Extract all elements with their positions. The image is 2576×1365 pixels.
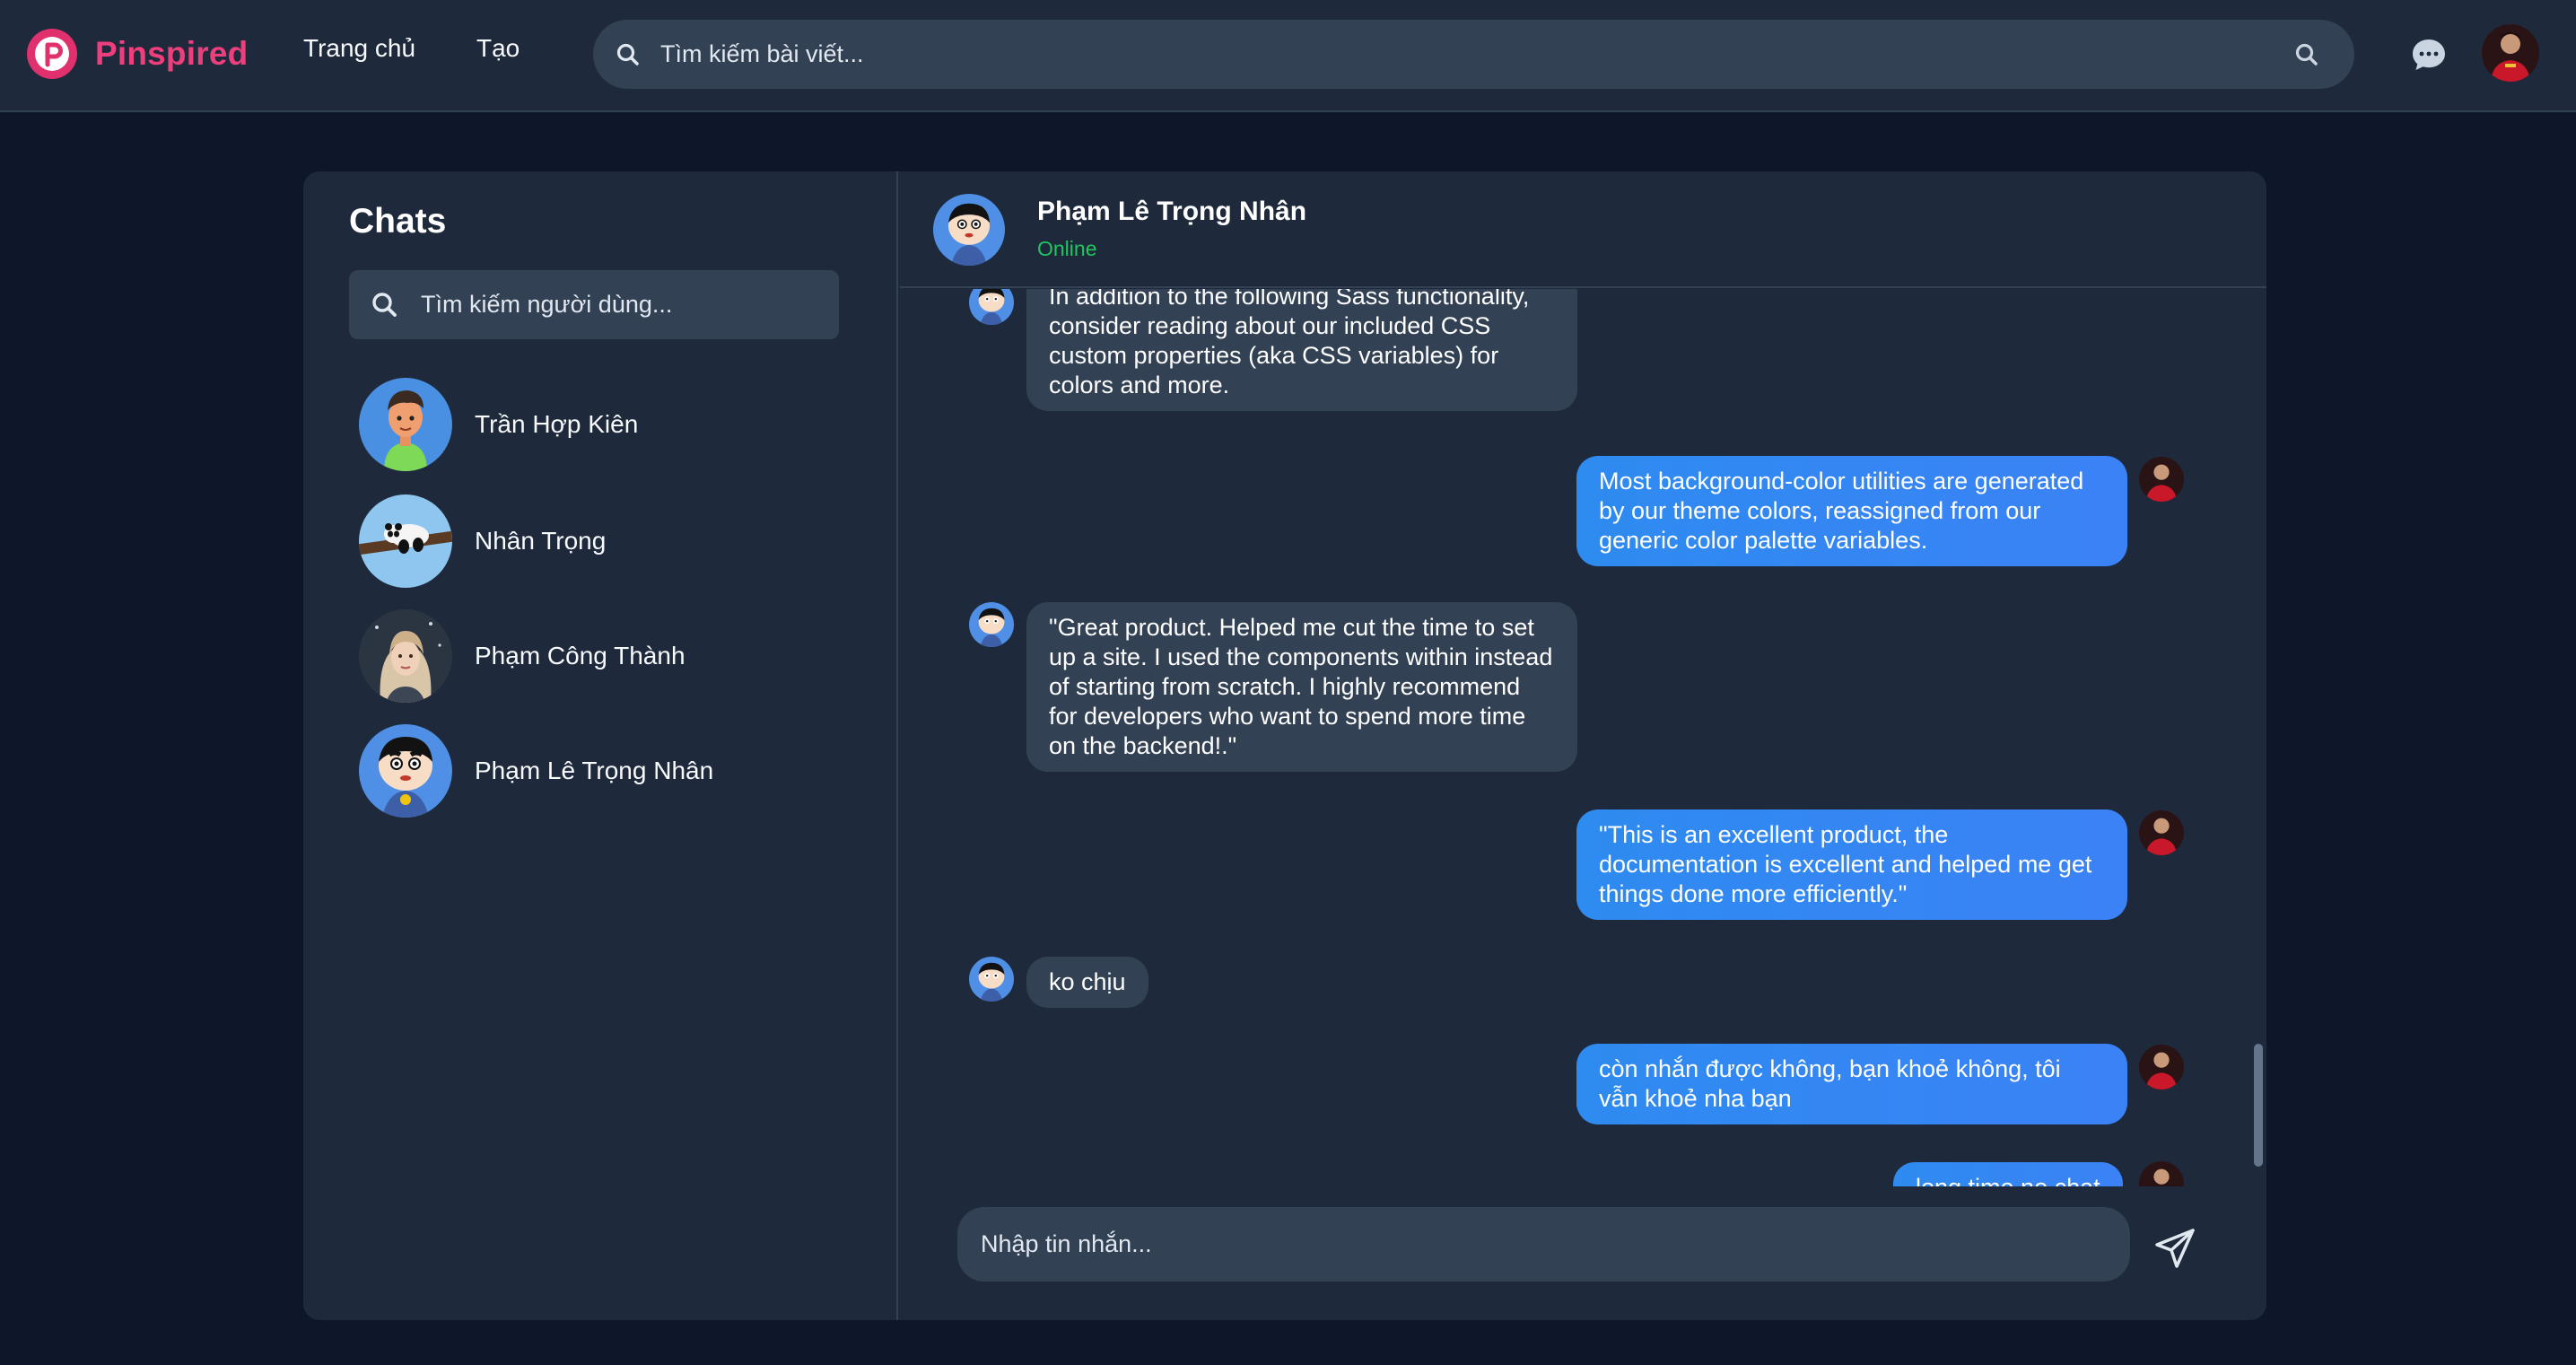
search-icon	[615, 41, 642, 73]
messages-icon[interactable]	[2411, 37, 2447, 73]
contact-item[interactable]: Phạm Lê Trọng Nhân	[348, 717, 851, 825]
brand[interactable]: Pinspired	[27, 27, 248, 81]
contact-name: Nhân Trọng	[475, 527, 607, 555]
message-input[interactable]	[981, 1207, 2102, 1282]
contact-item[interactable]: Nhân Trọng	[348, 487, 851, 595]
contact-item[interactable]: Phạm Công Thành	[348, 602, 851, 710]
pinspired-logo-icon	[27, 29, 77, 79]
online-status: Online	[1037, 237, 1097, 260]
sender-avatar	[969, 602, 1014, 647]
contact-item[interactable]: Trần Hợp Kiên	[348, 371, 851, 478]
chat-sidebar: Chats Trần Hợp Kiên	[303, 171, 898, 1320]
message-bubble-outgoing: còn nhắn được không, bạn khoẻ không, tôi…	[1576, 1044, 2127, 1124]
user-search-input[interactable]	[421, 270, 816, 339]
message-bubble-outgoing: "This is an excellent product, the docum…	[1576, 809, 2127, 920]
chat-header: Phạm Lê Trọng Nhân Online	[900, 171, 2266, 288]
chat-contact-name: Phạm Lê Trọng Nhân	[1037, 197, 1307, 226]
contact-avatar	[359, 609, 452, 703]
search-submit-icon[interactable]	[2293, 41, 2320, 73]
message-bubble-incoming: ko chịu	[1026, 957, 1148, 1008]
contact-avatar	[359, 724, 452, 818]
my-avatar	[2139, 457, 2184, 502]
message-list[interactable]: In addition to the following Sass functi…	[900, 289, 2266, 1186]
contact-name: Phạm Lê Trọng Nhân	[475, 757, 714, 784]
chat-contact-avatar[interactable]	[933, 194, 1005, 266]
message-bubble-outgoing: long time no chat	[1893, 1162, 2123, 1186]
send-icon[interactable]	[2153, 1227, 2196, 1270]
my-avatar	[2139, 810, 2184, 855]
message-bubble-incoming: "Great product. Helped me cut the time t…	[1026, 602, 1577, 772]
my-avatar	[2139, 1161, 2184, 1186]
top-navbar: Pinspired Trang chủ Tạo	[0, 0, 2576, 112]
user-search-box[interactable]	[349, 270, 839, 339]
contact-name: Trần Hợp Kiên	[475, 410, 639, 438]
search-icon	[371, 291, 399, 324]
nav-home-link[interactable]: Trang chủ	[303, 34, 415, 63]
message-scrollbar-thumb[interactable]	[2254, 1044, 2263, 1167]
contact-name: Phạm Công Thành	[475, 642, 685, 669]
nav-create-link[interactable]: Tạo	[476, 34, 520, 63]
message-composer[interactable]	[957, 1207, 2130, 1282]
post-search-input[interactable]	[660, 20, 2240, 89]
message-bubble-outgoing: Most background-color utilities are gene…	[1576, 456, 2127, 566]
sender-avatar	[969, 957, 1014, 1002]
brand-name: Pinspired	[95, 35, 249, 72]
sidebar-title: Chats	[349, 202, 447, 241]
current-user-avatar[interactable]	[2482, 24, 2539, 82]
contact-avatar	[359, 378, 452, 471]
contact-avatar	[359, 494, 452, 588]
sender-avatar	[969, 289, 1014, 325]
my-avatar	[2139, 1045, 2184, 1089]
message-bubble-incoming: In addition to the following Sass functi…	[1026, 289, 1577, 411]
post-search-bar[interactable]	[593, 20, 2354, 89]
